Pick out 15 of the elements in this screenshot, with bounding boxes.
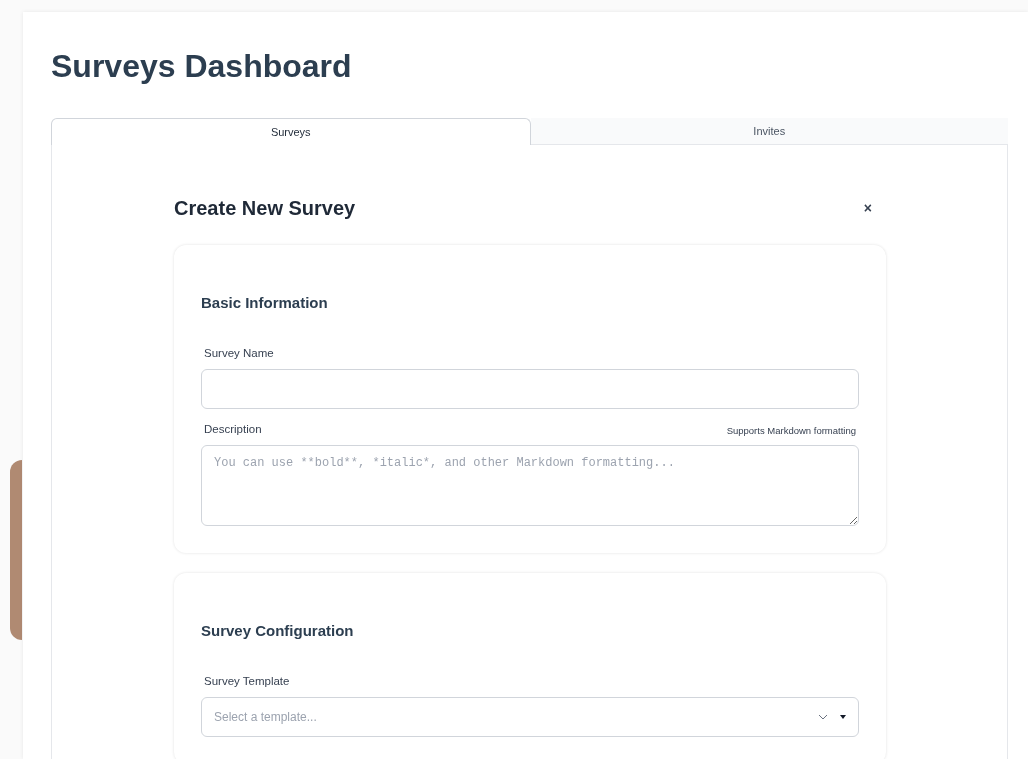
chevron-down-icon: [818, 713, 828, 720]
section-title: Basic Information: [201, 293, 329, 313]
caret-icon: [840, 714, 846, 719]
tab[interactable]: Surveys: [51, 118, 531, 145]
text-field[interactable]: [201, 368, 859, 409]
field-label: Description: [204, 421, 262, 437]
modal-title: Create New Survey: [174, 196, 356, 221]
field-hint: Supports Markdown formatting: [726, 423, 856, 438]
field-label: Survey Name: [204, 345, 274, 361]
description-field[interactable]: You can use **bold**, *italic*, and other Markdown formatting...: [201, 445, 859, 526]
tab[interactable]: Invites: [530, 118, 1008, 145]
section-title: Survey Configuration: [201, 621, 355, 641]
page-title: Surveys Dashboard: [51, 47, 353, 86]
close-button[interactable]: ×: [863, 197, 872, 219]
field-label: Survey Template: [204, 673, 290, 689]
